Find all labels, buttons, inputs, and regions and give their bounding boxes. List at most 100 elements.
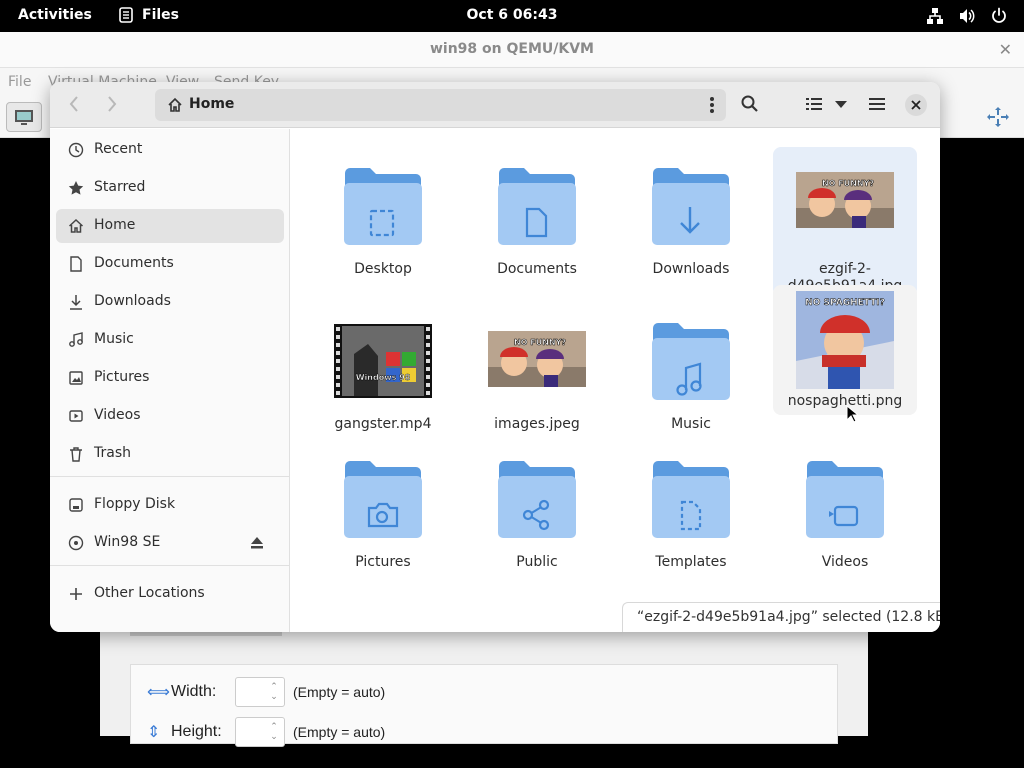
- sidebar-item-label: Pictures: [94, 369, 150, 385]
- sidebar-item-downloads[interactable]: Downloads: [56, 285, 284, 319]
- sidebar-item-recent[interactable]: Recent: [56, 133, 284, 167]
- file-name-label: Videos: [821, 554, 869, 570]
- path-bar[interactable]: Home: [155, 89, 726, 121]
- forward-icon[interactable]: [106, 94, 118, 114]
- file-name-label: Public: [516, 554, 558, 570]
- list-view-icon[interactable]: [806, 94, 822, 114]
- height-input[interactable]: [235, 717, 285, 747]
- guest-width-row: ⟺ Width: (Empty = auto): [147, 677, 385, 707]
- width-hint: (Empty = auto): [293, 684, 386, 700]
- vm-titlebar: win98 on QEMU/KVM ✕: [0, 32, 1024, 68]
- file-item-gangster-mp4[interactable]: Windows 98 gangster.mp4: [311, 306, 455, 442]
- sidebar-item-other-locations[interactable]: Other Locations: [56, 577, 284, 611]
- file-name-label: Music: [671, 416, 711, 432]
- file-name-label: Templates: [655, 554, 727, 570]
- file-item-ezgif-2-d49e5b91a4-jpg[interactable]: NO FUNNY?ezgif-2- d49e5b91a4.jpg: [773, 147, 917, 297]
- folder-item-public[interactable]: Public: [465, 444, 609, 580]
- system-tray[interactable]: [926, 7, 1008, 25]
- image-thumbnail-nofunny: NO FUNNY?: [488, 331, 586, 387]
- folder-icon: [652, 461, 730, 538]
- file-grid[interactable]: Desktop Documents Downloads NO FUNNY? ezgif-…: [291, 129, 940, 632]
- hamburger-menu-icon[interactable]: [868, 94, 886, 114]
- document-icon: [70, 256, 82, 272]
- folder-item-desktop[interactable]: Desktop: [311, 151, 455, 287]
- selection-status: “ezgif-2-d49e5b91a4.jpg” selected (12.8 …: [622, 602, 940, 632]
- vm-title: win98 on QEMU/KVM: [429, 41, 594, 57]
- path-options-icon[interactable]: [710, 96, 714, 114]
- guest-size-panel: ⟺ Width: (Empty = auto) ⇕ Height: (Empty…: [130, 664, 838, 747]
- file-name-label: Desktop: [354, 261, 412, 277]
- sidebar-item-pictures[interactable]: Pictures: [56, 361, 284, 395]
- star-icon: [68, 181, 84, 195]
- sidebar-item-label: Win98 SE: [94, 534, 161, 550]
- volume-icon[interactable]: [958, 7, 976, 25]
- svg-text:NO FUNNY?: NO FUNNY?: [514, 338, 566, 347]
- back-icon[interactable]: [68, 94, 80, 114]
- sidebar-item-home[interactable]: Home: [56, 209, 284, 243]
- files-app-icon: [119, 7, 133, 23]
- sidebar-separator: [50, 565, 290, 566]
- file-name-label: Pictures: [355, 554, 411, 570]
- height-arrow-icon: ⇕: [147, 724, 161, 741]
- eject-icon[interactable]: [250, 536, 264, 550]
- close-icon: [911, 100, 921, 110]
- sidebar-item-music[interactable]: Music: [56, 323, 284, 357]
- clock-icon: [68, 142, 84, 158]
- dialog-headerbar: Home: [50, 82, 940, 128]
- plus-icon: [70, 588, 82, 600]
- folder-item-music[interactable]: Music: [619, 306, 763, 442]
- folder-icon: [344, 168, 422, 245]
- sidebar-item-documents[interactable]: Documents: [56, 247, 284, 281]
- sidebar-item-videos[interactable]: Videos: [56, 399, 284, 433]
- sidebar-item-label: Trash: [94, 445, 131, 461]
- file-chooser-dialog: Home Recent Starred Home Documents Downl…: [50, 82, 940, 632]
- sidebar-item-floppy-disk[interactable]: Floppy Disk: [56, 488, 284, 522]
- sidebar-item-starred[interactable]: Starred: [56, 171, 284, 205]
- sidebar-item-label: Downloads: [94, 293, 171, 309]
- network-icon[interactable]: [926, 7, 944, 25]
- sidebar-item-label: Videos: [94, 407, 141, 423]
- sidebar-item-win98-se[interactable]: Win98 SE: [56, 526, 284, 560]
- image-thumbnail-nospaghetti: NO SPAGHETTI?: [796, 291, 894, 389]
- vm-console-button[interactable]: [6, 102, 42, 132]
- folder-icon: [652, 168, 730, 245]
- file-item-images-jpeg[interactable]: NO FUNNY? images.jpeg: [465, 306, 609, 442]
- folder-item-pictures[interactable]: Pictures: [311, 444, 455, 580]
- folder-icon: [806, 461, 884, 538]
- folder-icon: [498, 168, 576, 245]
- home-icon: [68, 218, 84, 233]
- folder-item-templates[interactable]: Templates: [619, 444, 763, 580]
- folder-item-downloads[interactable]: Downloads: [619, 151, 763, 287]
- drive-icon: [69, 498, 83, 512]
- activities-button[interactable]: Activities: [18, 7, 92, 23]
- sidebar-item-trash[interactable]: Trash: [56, 437, 284, 471]
- image-thumbnail-nofunny: NO FUNNY?: [796, 172, 894, 228]
- path-crumb-home[interactable]: Home: [189, 96, 234, 112]
- video-thumbnail-gangster: Windows 98: [334, 324, 432, 398]
- guest-tab-indicator: [130, 632, 282, 636]
- file-name-label: Downloads: [652, 261, 730, 277]
- power-icon[interactable]: [990, 7, 1008, 25]
- file-item-nospaghetti-png[interactable]: NO SPAGHETTI? nospaghetti.png: [773, 285, 917, 415]
- search-icon[interactable]: [740, 94, 760, 114]
- picture-icon: [69, 371, 83, 385]
- sidebar-item-label: Documents: [94, 255, 174, 271]
- video-icon: [69, 410, 83, 422]
- folder-item-videos[interactable]: Videos: [773, 444, 917, 580]
- vm-close-icon[interactable]: ✕: [999, 40, 1012, 59]
- view-options-chevron-icon[interactable]: [834, 94, 848, 114]
- folder-icon: [652, 323, 730, 400]
- gnome-top-bar: Activities Files Oct 6 06:43: [0, 0, 1024, 32]
- home-icon: [168, 97, 182, 112]
- fullscreen-icon[interactable]: [986, 106, 1010, 128]
- width-input[interactable]: [235, 677, 285, 707]
- sidebar-separator: [50, 476, 290, 477]
- vm-menu-file[interactable]: File: [8, 74, 31, 90]
- guest-height-row: ⇕ Height: (Empty = auto): [147, 717, 385, 747]
- folder-item-documents[interactable]: Documents: [465, 151, 609, 287]
- svg-text:NO FUNNY?: NO FUNNY?: [822, 179, 874, 188]
- folder-icon: [498, 461, 576, 538]
- dialog-close-button[interactable]: [905, 94, 927, 116]
- app-menu[interactable]: Files: [118, 7, 179, 23]
- sidebar-item-label: Starred: [94, 179, 146, 195]
